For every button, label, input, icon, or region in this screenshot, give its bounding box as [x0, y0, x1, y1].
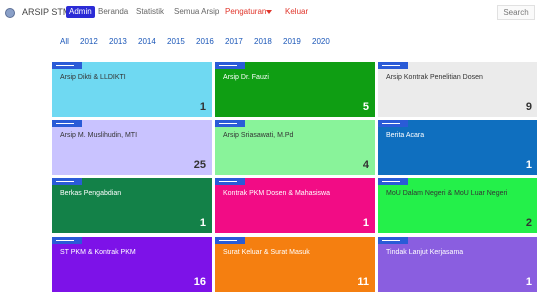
archive-card[interactable]: Tindak Lanjut Kerjasama 1	[378, 237, 537, 292]
card-title: Surat Keluar & Surat Masuk	[223, 249, 310, 256]
card-title: MoU Dalam Negeri & MoU Luar Negeri	[386, 190, 508, 197]
nav-statistik[interactable]: Statistik	[136, 7, 164, 16]
year-2020[interactable]: 2020	[312, 37, 330, 46]
nav-beranda[interactable]: Beranda	[98, 7, 128, 16]
flag-icon	[378, 120, 408, 127]
card-title: Arsip Sriasawati, M.Pd	[223, 132, 294, 139]
card-count: 1	[199, 217, 206, 229]
chevron-down-icon[interactable]	[266, 10, 272, 14]
card-count: 4	[362, 159, 369, 171]
year-2014[interactable]: 2014	[138, 37, 156, 46]
card-count: 5	[362, 101, 369, 113]
archive-card[interactable]: Berita Acara 1	[378, 120, 537, 175]
flag-icon	[52, 120, 82, 127]
flag-icon	[215, 120, 245, 127]
flag-icon	[52, 237, 82, 244]
archive-card[interactable]: Surat Keluar & Surat Masuk 11	[215, 237, 375, 292]
card-title: Arsip Dikti & LLDIKTI	[60, 74, 126, 81]
flag-icon	[52, 178, 82, 185]
card-count: 1	[525, 276, 532, 288]
archive-card[interactable]: Arsip Sriasawati, M.Pd 4	[215, 120, 375, 175]
flag-icon	[378, 178, 408, 185]
admin-badge: Admin	[66, 6, 95, 18]
year-all[interactable]: All	[60, 37, 69, 46]
nav-keluar[interactable]: Keluar	[285, 7, 308, 16]
nav-semua-arsip[interactable]: Semua Arsip	[174, 7, 219, 16]
year-filter: All 2012 2013 2014 2015 2016 2017 2018 2…	[0, 37, 537, 49]
card-title: Arsip Kontrak Penelitian Dosen	[386, 74, 483, 81]
flag-icon	[215, 237, 245, 244]
archive-card[interactable]: ST PKM & Kontrak PKM 16	[52, 237, 212, 292]
card-title: Tindak Lanjut Kerjasama	[386, 249, 464, 256]
card-count: 2	[525, 217, 532, 229]
year-2019[interactable]: 2019	[283, 37, 301, 46]
archive-card[interactable]: Arsip Kontrak Penelitian Dosen 9	[378, 62, 537, 117]
card-count: 16	[193, 276, 206, 288]
year-2013[interactable]: 2013	[109, 37, 127, 46]
archive-card[interactable]: Arsip M. Muslihudin, MTI 25	[52, 120, 212, 175]
flag-icon	[52, 62, 82, 69]
card-count: 1	[199, 101, 206, 113]
year-2018[interactable]: 2018	[254, 37, 272, 46]
flag-icon	[378, 62, 408, 69]
card-title: Berita Acara	[386, 132, 425, 139]
card-title: Berkas Pengabdian	[60, 190, 122, 197]
top-navbar: ARSIP STMIK Admin Beranda Statistik Semu…	[0, 0, 537, 26]
archive-card[interactable]: Berkas Pengabdian 1	[52, 178, 212, 233]
year-2017[interactable]: 2017	[225, 37, 243, 46]
flag-icon	[215, 178, 245, 185]
card-count: 1	[362, 217, 369, 229]
archive-card[interactable]: Arsip Dr. Fauzi 5	[215, 62, 375, 117]
card-count: 11	[357, 276, 369, 288]
archive-card[interactable]: MoU Dalam Negeri & MoU Luar Negeri 2	[378, 178, 537, 233]
search-button[interactable]: Search	[497, 5, 535, 20]
card-count: 25	[193, 159, 206, 171]
card-title: ST PKM & Kontrak PKM	[60, 249, 136, 256]
card-title: Kontrak PKM Dosen & Mahasiswa	[223, 190, 330, 197]
nav-pengaturan[interactable]: Pengaturan	[225, 7, 266, 16]
year-2016[interactable]: 2016	[196, 37, 214, 46]
archive-card[interactable]: Kontrak PKM Dosen & Mahasiswa 1	[215, 178, 375, 233]
year-2015[interactable]: 2015	[167, 37, 185, 46]
card-count: 9	[525, 101, 532, 113]
logo-icon[interactable]	[5, 8, 15, 18]
flag-icon	[215, 62, 245, 69]
year-2012[interactable]: 2012	[80, 37, 98, 46]
archive-card[interactable]: Arsip Dikti & LLDIKTI 1	[52, 62, 212, 117]
flag-icon	[378, 237, 408, 244]
card-count: 1	[525, 159, 532, 171]
card-title: Arsip Dr. Fauzi	[223, 74, 269, 81]
card-title: Arsip M. Muslihudin, MTI	[60, 132, 138, 139]
